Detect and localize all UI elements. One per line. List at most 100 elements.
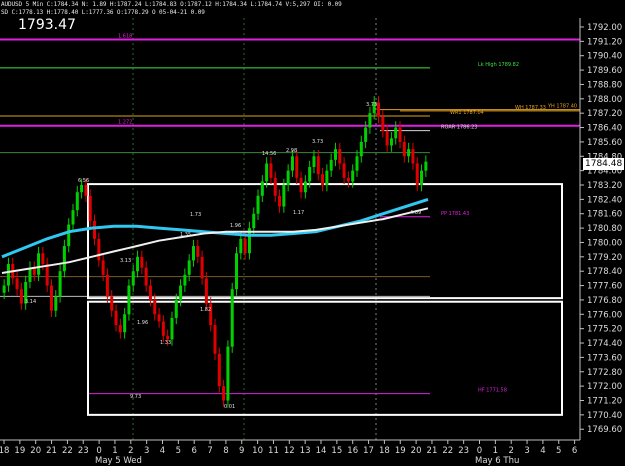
candle-body (114, 310, 118, 326)
price-tick-label: 1776.00 (587, 310, 622, 320)
price-chart[interactable]: 1.618Lk High 1789.82YH 1787.40WR1 1787.0… (0, 0, 625, 465)
time-tick-label: 1 (493, 446, 498, 456)
candle-body (62, 246, 66, 272)
level-label: PP 1781.43 (441, 211, 469, 217)
annotation-label: 1.35 (180, 232, 191, 238)
candle-body (359, 141, 363, 157)
candle-body (204, 278, 208, 304)
candle-body (174, 299, 178, 318)
candle-body (346, 177, 350, 182)
candle-body (385, 131, 389, 146)
candle-body (127, 285, 131, 315)
candle-body (243, 238, 247, 254)
candle-body (84, 185, 88, 196)
candle-body (118, 325, 122, 333)
time-tick-label: 16 (347, 446, 358, 456)
candle-body (316, 156, 320, 175)
time-tick-label: 20 (411, 446, 422, 456)
candle-body (80, 185, 84, 193)
price-tick-label: 1783.20 (587, 181, 622, 191)
candle-body (398, 127, 402, 142)
candle-body (389, 138, 393, 146)
candle-body (260, 181, 264, 196)
time-tick-label: 22 (442, 446, 453, 456)
candle-body (295, 156, 299, 178)
candle-body (144, 267, 148, 286)
candle-body (191, 246, 195, 261)
candle-body (290, 156, 294, 171)
price-axis: 1792.00 1791.20 1790.40 1789.60 1788.80 1788.… (579, 18, 622, 440)
candle-body (183, 274, 187, 286)
level-label: WH 1787.33 (515, 105, 546, 111)
candle-body (140, 256, 144, 268)
price-tick-label: 1781.60 (587, 210, 622, 220)
time-tick-label: 5 (176, 446, 181, 456)
candle-body (273, 177, 277, 196)
level-label: Lk High 1789.82 (478, 62, 519, 68)
candle-body (338, 149, 342, 164)
candle-body (97, 238, 101, 261)
time-tick-label: 2 (508, 446, 513, 456)
price-tick-label: 1780.00 (587, 238, 622, 248)
candle-body (187, 260, 191, 275)
candle-body (101, 260, 105, 275)
candle-body (75, 192, 79, 211)
level-label: 1.272 (118, 120, 132, 126)
candle-body (420, 170, 424, 186)
annotation-label: 1.82 (200, 307, 211, 313)
annotation-label: 2.98 (286, 148, 297, 154)
candle-body (28, 267, 32, 282)
candle-body (402, 141, 406, 157)
price-tick-label: 1773.60 (587, 353, 622, 363)
time-tick-label: 11 (268, 446, 279, 456)
candle-body (381, 116, 385, 132)
candle-body (351, 170, 355, 182)
candle-body (123, 314, 127, 333)
candle-body (364, 127, 368, 142)
price-tick-label: 1779.20 (587, 253, 622, 263)
candle-body (161, 321, 165, 336)
level-label: YH 1787.40 (547, 104, 577, 110)
time-tick-label: 23 (78, 446, 89, 456)
annotation-label: 1.96 (137, 320, 148, 326)
annotation-label: 4.69 (410, 210, 421, 216)
candle-body (299, 177, 303, 193)
candle-body (252, 213, 256, 229)
time-tick-label: 15 (331, 446, 342, 456)
price-tick-label: 1775.20 (587, 325, 622, 335)
candle-body (93, 220, 97, 239)
candle-body (170, 317, 174, 340)
candle-body (153, 299, 157, 315)
candle-body (2, 285, 6, 293)
price-tick-label: 1778.40 (587, 267, 622, 277)
price-tick-label: 1772.80 (587, 368, 622, 378)
annotation-label: 3.14 (25, 299, 36, 305)
annotation-label: 6.56 (78, 178, 89, 184)
time-tick-label: 19 (395, 446, 406, 456)
time-tick-label: 20 (30, 446, 41, 456)
candle-body (415, 163, 419, 186)
candle-body (88, 195, 92, 221)
current-price-label: 1793.47 (18, 17, 76, 33)
time-tick-label: 21 (46, 446, 57, 456)
candle-body (368, 113, 372, 128)
candle-body (226, 346, 230, 401)
time-tick-label: 3 (144, 446, 149, 456)
candle-body (235, 253, 239, 290)
candle-body (136, 256, 140, 272)
candle-body (41, 253, 45, 265)
price-tick-label: 1776.80 (587, 296, 622, 306)
time-tick-label: 7 (207, 446, 212, 456)
price-tick-label: 1769.60 (587, 425, 622, 435)
candle-body (166, 335, 170, 340)
time-tick-label: 13 (300, 446, 311, 456)
current-price-tag: 1784.48 (583, 158, 625, 170)
time-tick-label: 10 (252, 446, 263, 456)
time-tick-label: 0 (477, 446, 482, 456)
time-tick-label: 18 (379, 446, 390, 456)
candle-body (278, 195, 282, 207)
candle-body (303, 181, 307, 193)
candle-body (286, 170, 290, 186)
candle-body (200, 256, 204, 279)
candle-body (377, 102, 381, 117)
